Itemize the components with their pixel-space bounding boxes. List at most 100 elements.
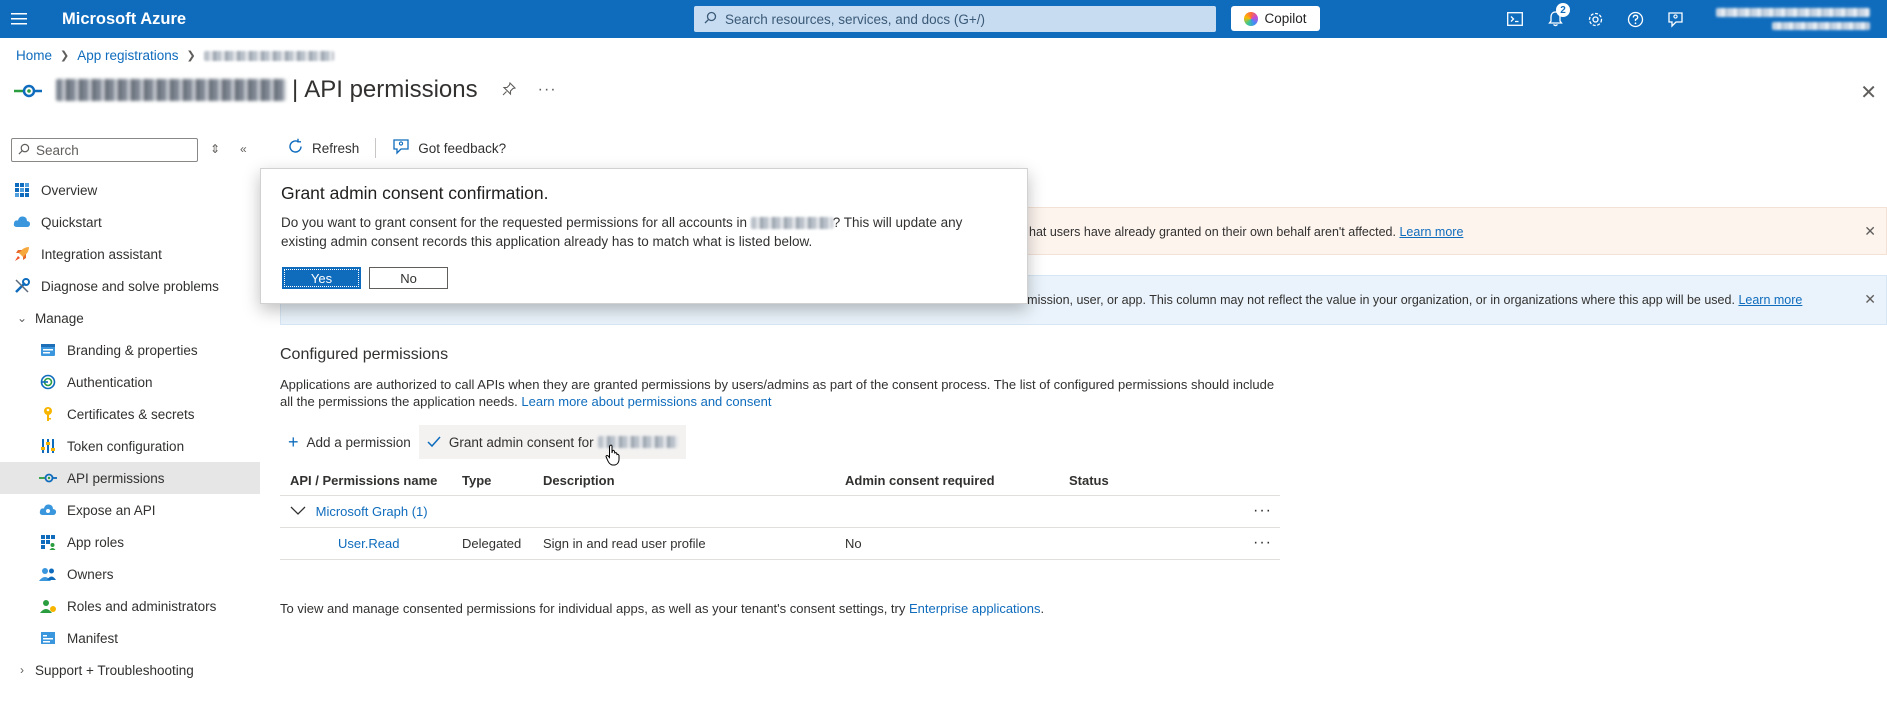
feedback-button[interactable]: Got feedback? xyxy=(392,138,506,158)
owners-icon xyxy=(39,565,57,583)
permissions-table: API / Permissions name Type Description … xyxy=(280,466,1280,560)
search-icon xyxy=(704,11,717,27)
nav-item-branding[interactable]: Branding & properties xyxy=(0,334,260,366)
type-cell: Delegated xyxy=(462,536,522,551)
nav-label: Integration assistant xyxy=(41,246,162,262)
feedback-icon xyxy=(392,138,410,158)
feedback-label: Got feedback? xyxy=(418,140,507,156)
gear-icon[interactable] xyxy=(1584,8,1606,30)
nav-item-overview[interactable]: Overview xyxy=(0,174,260,206)
info-banner-text: rmission, user, or app. This column may … xyxy=(1023,293,1802,307)
nav-item-quickstart[interactable]: Quickstart xyxy=(0,206,260,238)
admin-consent-cell: No xyxy=(845,536,862,551)
breadcrumb-app-redacted[interactable] xyxy=(203,50,334,61)
key-icon xyxy=(39,405,57,423)
account-menu[interactable] xyxy=(1716,6,1876,32)
warning-learn-more-link[interactable]: Learn more xyxy=(1399,225,1463,239)
cloud-shell-icon[interactable] xyxy=(1504,8,1526,30)
nav-label: Expose an API xyxy=(67,502,156,518)
page-title: API permissions xyxy=(304,76,478,103)
nav-label: Manifest xyxy=(67,630,119,646)
notification-badge: 2 xyxy=(1556,3,1570,17)
nav-label: Quickstart xyxy=(41,214,102,230)
plus-icon: + xyxy=(288,431,299,452)
nav-label: Branding & properties xyxy=(67,342,198,358)
roles-icon xyxy=(39,597,57,615)
chevron-down-icon[interactable] xyxy=(290,505,306,519)
footnote-text: To view and manage consented permissions… xyxy=(280,601,906,616)
authentication-icon xyxy=(39,373,57,391)
nav-item-app-roles[interactable]: App roles xyxy=(0,526,260,558)
app-roles-icon xyxy=(39,533,57,551)
add-permission-button[interactable]: + Add a permission xyxy=(280,425,419,459)
close-icon[interactable]: ✕ xyxy=(1860,80,1877,105)
more-options-icon[interactable]: ··· xyxy=(1253,502,1272,520)
token-icon xyxy=(39,437,57,455)
feedback-icon[interactable] xyxy=(1664,8,1686,30)
column-header: Status xyxy=(1069,473,1109,488)
dialog-message: Do you want to grant consent for the req… xyxy=(281,213,1011,251)
permission-name-link[interactable]: User.Read xyxy=(338,536,399,551)
nav-item-integration-assistant[interactable]: Integration assistant xyxy=(0,238,260,270)
tenant-name-redacted xyxy=(750,217,833,230)
nav-item-diagnose[interactable]: Diagnose and solve problems xyxy=(0,270,260,302)
column-header: Description xyxy=(543,473,615,488)
account-tenant-redacted xyxy=(1772,22,1870,30)
table-row: User.Read Delegated Sign in and read use… xyxy=(280,528,1280,560)
warning-text: hat users have already granted on their … xyxy=(1029,225,1396,239)
nav-group-support[interactable]: › Support + Troubleshooting xyxy=(0,654,260,686)
nav-item-owners[interactable]: Owners xyxy=(0,558,260,590)
permissions-consent-link[interactable]: Learn more about permissions and consent xyxy=(521,394,771,409)
nav-item-manifest[interactable]: Manifest xyxy=(0,622,260,654)
collapse-nav-icon[interactable]: « xyxy=(240,142,247,156)
refresh-button[interactable]: Refresh xyxy=(287,138,359,158)
checkmark-icon xyxy=(427,432,441,453)
nav-item-expose-api[interactable]: Expose an API xyxy=(0,494,260,526)
enterprise-applications-link[interactable]: Enterprise applications xyxy=(909,601,1041,616)
nav-item-api-permissions[interactable]: API permissions xyxy=(0,462,260,494)
menu-icon[interactable] xyxy=(0,0,38,38)
global-search-input[interactable]: Search resources, services, and docs (G+… xyxy=(694,6,1216,32)
section-description: Applications are authorized to call APIs… xyxy=(280,376,1280,410)
no-button[interactable]: No xyxy=(369,267,448,289)
more-options-icon[interactable]: ··· xyxy=(538,81,557,99)
hand-cursor-icon xyxy=(605,444,621,469)
table-group-row[interactable]: Microsoft Graph (1) ··· xyxy=(280,496,1280,528)
help-icon[interactable] xyxy=(1624,8,1646,30)
warning-banner-text: hat users have already granted on their … xyxy=(1029,225,1463,239)
nav-item-authentication[interactable]: Authentication xyxy=(0,366,260,398)
nav-item-certificates[interactable]: Certificates & secrets xyxy=(0,398,260,430)
more-options-icon[interactable]: ··· xyxy=(1253,534,1272,552)
sort-icon[interactable]: ⇕ xyxy=(210,142,220,156)
notifications-icon[interactable]: 2 xyxy=(1544,3,1570,30)
chevron-right-icon: ❯ xyxy=(60,50,70,62)
breadcrumb-home[interactable]: Home xyxy=(16,48,52,63)
dialog-text-1: Do you want to grant consent for the req… xyxy=(281,215,748,230)
nav-label: Authentication xyxy=(67,374,153,390)
account-name-redacted xyxy=(1716,8,1870,17)
brand-title[interactable]: Microsoft Azure xyxy=(62,10,186,29)
copilot-button[interactable]: Copilot xyxy=(1231,6,1320,31)
nav-label: Overview xyxy=(41,182,98,198)
nav-search-input[interactable]: Search xyxy=(11,138,198,162)
grant-admin-consent-button[interactable]: Grant admin consent for xyxy=(418,425,686,459)
info-learn-more-link[interactable]: Learn more xyxy=(1738,293,1802,307)
yes-button[interactable]: Yes xyxy=(282,267,361,289)
cloud-icon xyxy=(39,501,57,519)
api-permissions-icon xyxy=(39,469,57,487)
nav-label: App roles xyxy=(67,534,125,550)
footnote-end: . xyxy=(1040,601,1045,616)
grant-consent-dialog: Grant admin consent confirmation. Do you… xyxy=(260,168,1028,304)
breadcrumb: Home ❯ App registrations ❯ xyxy=(16,48,334,63)
nav-item-token-configuration[interactable]: Token configuration xyxy=(0,430,260,462)
permission-actions: + Add a permission Grant admin consent f… xyxy=(280,425,686,459)
microsoft-graph-link[interactable]: Microsoft Graph (1) xyxy=(316,504,428,519)
page-header: | API permissions ··· xyxy=(14,76,557,104)
nav-label: Owners xyxy=(67,566,114,582)
pin-icon[interactable] xyxy=(502,81,516,99)
nav-item-roles-admins[interactable]: Roles and administrators xyxy=(0,590,260,622)
close-icon[interactable]: ✕ xyxy=(1864,223,1876,240)
close-icon[interactable]: ✕ xyxy=(1864,291,1876,308)
breadcrumb-app-registrations[interactable]: App registrations xyxy=(77,48,178,63)
nav-group-manage[interactable]: ⌄ Manage xyxy=(0,302,260,334)
